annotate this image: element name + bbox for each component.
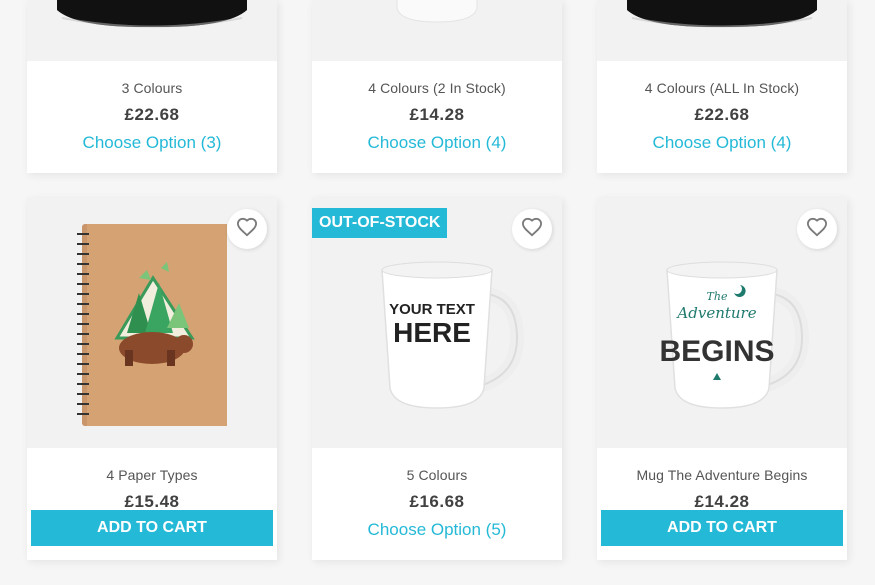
- product-image-cushion[interactable]: [27, 0, 277, 61]
- mug-print-line1: The: [707, 290, 728, 303]
- product-image-cushion[interactable]: [597, 0, 847, 61]
- choose-option-link[interactable]: Choose Option (5): [312, 520, 562, 540]
- product-name[interactable]: 3 Colours: [27, 80, 277, 96]
- product-image-notebook[interactable]: [27, 198, 277, 448]
- product-name[interactable]: 4 Colours (2 In Stock): [312, 80, 562, 96]
- heart-outline-icon: [521, 217, 543, 242]
- mug-print-line1: YOUR TEXT: [389, 301, 475, 318]
- product-price: £22.68: [694, 105, 750, 124]
- product-name[interactable]: 5 Colours: [312, 467, 562, 483]
- product-name[interactable]: 4 Colours (ALL In Stock): [597, 80, 847, 96]
- add-to-cart-button[interactable]: ADD TO CART: [31, 510, 273, 546]
- product-card: 4 Paper Types £15.48 ADD TO CART: [27, 198, 277, 560]
- mug-print-line2: HERE: [393, 317, 471, 348]
- product-price: £16.68: [409, 492, 465, 511]
- wishlist-button[interactable]: [512, 209, 552, 249]
- product-image-mug[interactable]: The Adventure BEGINS: [597, 198, 847, 448]
- out-of-stock-badge: OUT-OF-STOCK: [312, 208, 448, 238]
- wishlist-button[interactable]: [227, 209, 267, 249]
- wishlist-button[interactable]: [797, 209, 837, 249]
- mug-print-line3: BEGINS: [659, 335, 774, 368]
- mug-print-line2: Adventure: [675, 304, 756, 322]
- product-card: 3 Colours £22.68 Choose Option (3): [27, 0, 277, 173]
- product-image-mug[interactable]: YOUR TEXT HERE OUT-OF-STOCK: [312, 198, 562, 448]
- product-price: £14.28: [409, 105, 465, 124]
- product-card: 4 Colours (2 In Stock) £14.28 Choose Opt…: [312, 0, 562, 173]
- product-price: £15.48: [124, 492, 180, 511]
- product-card: The Adventure BEGINS Mug The Adventure B…: [597, 198, 847, 560]
- product-image-mug[interactable]: [312, 0, 562, 61]
- product-card: YOUR TEXT HERE OUT-OF-STOCK 5 Colours £1…: [312, 198, 562, 560]
- choose-option-link[interactable]: Choose Option (3): [27, 133, 277, 153]
- product-price: £14.28: [694, 492, 750, 511]
- product-card: 4 Colours (ALL In Stock) £22.68 Choose O…: [597, 0, 847, 173]
- choose-option-link[interactable]: Choose Option (4): [597, 133, 847, 153]
- choose-option-link[interactable]: Choose Option (4): [312, 133, 562, 153]
- add-to-cart-button[interactable]: ADD TO CART: [601, 510, 843, 546]
- heart-outline-icon: [236, 217, 258, 242]
- product-price: £22.68: [124, 105, 180, 124]
- product-name[interactable]: 4 Paper Types: [27, 467, 277, 483]
- heart-outline-icon: [806, 217, 828, 242]
- product-name[interactable]: Mug The Adventure Begins: [597, 467, 847, 483]
